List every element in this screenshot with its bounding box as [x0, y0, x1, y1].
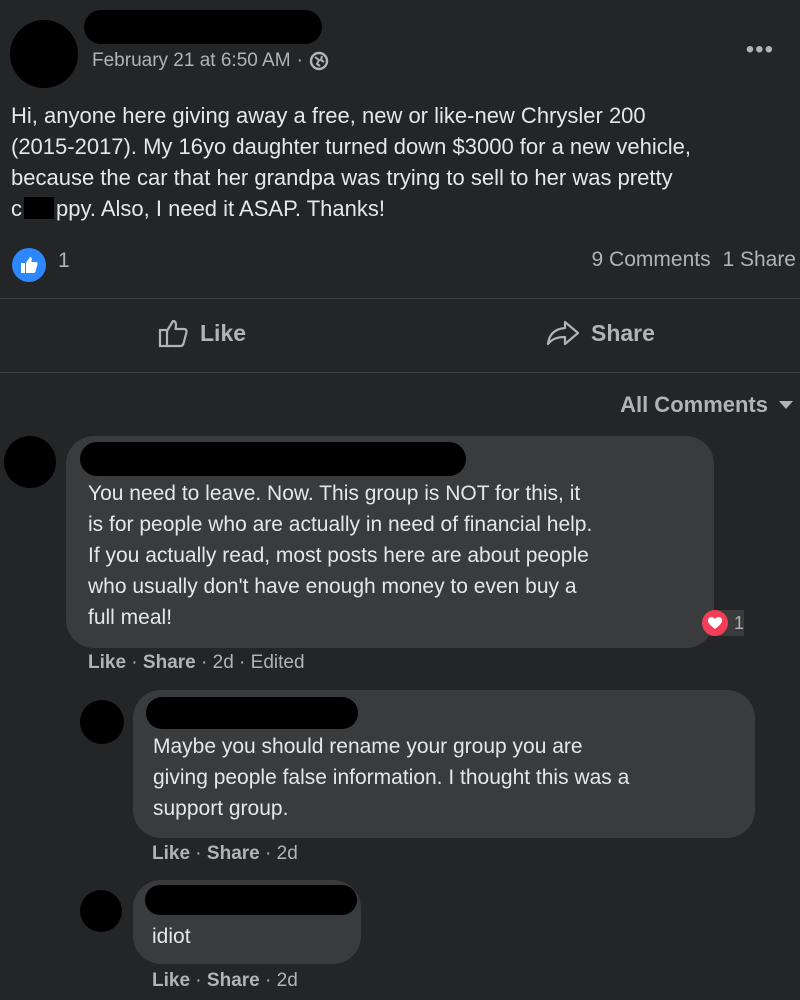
comment-line: giving people false information. I thoug…: [153, 766, 630, 789]
commenter-avatar[interactable]: [80, 890, 122, 932]
comment-like-link[interactable]: Like: [152, 970, 190, 991]
comment-filter-label: All Comments: [620, 392, 768, 417]
comment-line: is for people who are actually in need o…: [88, 513, 593, 536]
comment-time[interactable]: 2d: [277, 843, 298, 864]
comment-line: support group.: [153, 797, 289, 820]
redacted-commenter-name: [146, 697, 358, 729]
redacted-commenter-name: [80, 442, 466, 476]
comment-text: Maybe you should rename your group you a…: [153, 731, 629, 824]
meta-separator: ·: [296, 50, 303, 71]
post-stats: 9 Comments 1 Share: [592, 248, 796, 272]
post-author-avatar[interactable]: [10, 20, 78, 88]
heart-icon: [702, 610, 728, 636]
reaction-count[interactable]: 1: [58, 249, 70, 273]
comment-line: idiot: [152, 925, 191, 948]
post-text-line-end: ppy. Also, I need it ASAP. Thanks!: [56, 196, 385, 221]
divider: [0, 298, 800, 299]
censor-bar: [24, 197, 54, 219]
comment-filter-dropdown[interactable]: All Comments: [620, 392, 794, 418]
comment-actions: Like · Share · 2d: [152, 970, 298, 991]
comment-line: If you actually read, most posts here ar…: [88, 544, 589, 567]
comment-share-link[interactable]: Share: [207, 970, 260, 991]
post-text: Hi, anyone here giving away a free, new …: [11, 100, 796, 224]
share-button-label: Share: [591, 319, 655, 346]
post-text-line: because the car that her grandpa was try…: [11, 165, 673, 190]
comment-like-link[interactable]: Like: [88, 652, 126, 673]
thumbs-up-outline-icon: [158, 319, 188, 348]
commenter-avatar[interactable]: [80, 700, 124, 744]
post-meta: February 21 at 6:50 AM ·: [92, 50, 329, 72]
love-reaction-count: 1: [734, 612, 745, 633]
comment-line: Maybe you should rename your group you a…: [153, 735, 583, 758]
comment-like-link[interactable]: Like: [152, 843, 190, 864]
post-timestamp[interactable]: February 21 at 6:50 AM: [92, 50, 291, 72]
comment-line: You need to leave. Now. This group is NO…: [88, 482, 581, 505]
comment-edited-label: Edited: [250, 652, 305, 673]
comments-count[interactable]: 9 Comments: [592, 248, 711, 271]
like-reaction-icon[interactable]: [12, 248, 46, 282]
censored-word-start: c: [11, 196, 22, 221]
post-text-line: c ppy. Also, I need it ASAP. Thanks!: [11, 193, 796, 224]
more-options-icon[interactable]: •••: [746, 36, 774, 64]
comment-text: idiot: [152, 921, 191, 952]
comment-time[interactable]: 2d: [213, 652, 234, 673]
globe-icon: [309, 51, 329, 71]
comment-time[interactable]: 2d: [277, 970, 298, 991]
share-button[interactable]: Share: [545, 318, 655, 348]
caret-down-icon: [779, 401, 793, 409]
commenter-avatar[interactable]: [4, 436, 56, 488]
redacted-author-name: [84, 10, 322, 44]
comment-actions: Like · Share · 2d: [152, 843, 298, 864]
comment-line: who usually don't have enough money to e…: [88, 575, 577, 598]
shares-count[interactable]: 1 Share: [722, 248, 796, 271]
love-reaction[interactable]: 1: [702, 610, 745, 636]
comment-share-link[interactable]: Share: [207, 843, 260, 864]
comment-share-link[interactable]: Share: [143, 652, 196, 673]
comment-line: full meal!: [88, 606, 173, 629]
post-text-line: Hi, anyone here giving away a free, new …: [11, 103, 646, 128]
divider: [0, 372, 800, 373]
comment-actions: Like · Share · 2d · Edited: [88, 652, 305, 673]
thumbs-up-icon: [21, 257, 38, 273]
like-button[interactable]: Like: [158, 318, 246, 348]
like-button-label: Like: [200, 319, 247, 346]
share-arrow-icon: [546, 320, 580, 346]
comment-text: You need to leave. Now. This group is NO…: [88, 478, 592, 633]
post-text-line: (2015-2017). My 16yo daughter turned dow…: [11, 134, 691, 159]
redacted-commenter-name: [145, 885, 357, 915]
